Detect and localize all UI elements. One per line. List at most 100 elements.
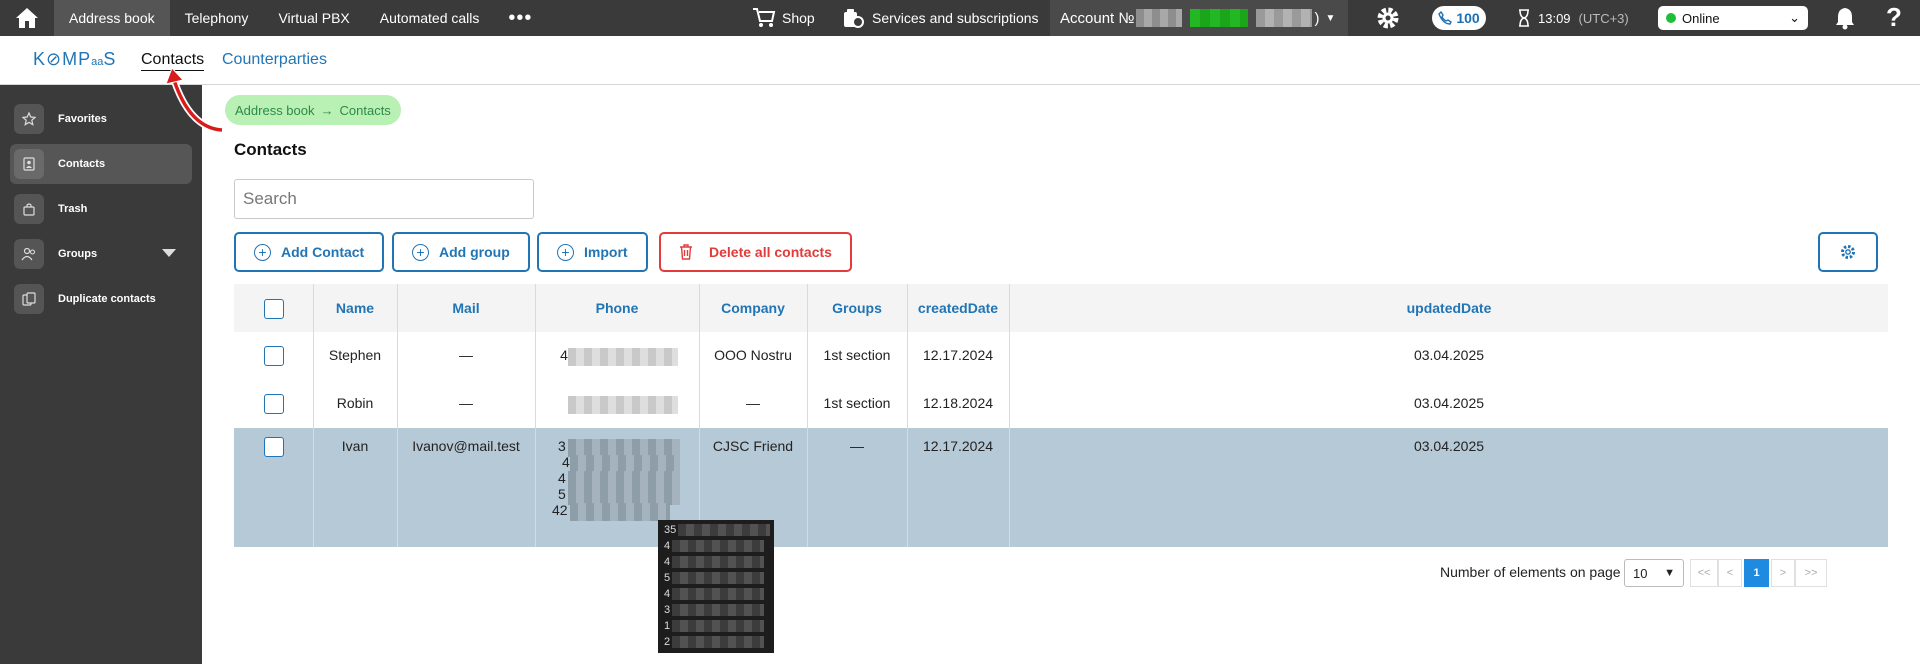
column-header-groups[interactable]: Groups xyxy=(808,300,906,316)
add-group-button[interactable]: + Add group xyxy=(392,232,530,272)
page-size-label: Number of elements on page xyxy=(1440,564,1621,580)
services-label: Services and subscriptions xyxy=(872,10,1039,26)
home-icon[interactable] xyxy=(0,0,54,36)
services-link[interactable]: Services and subscriptions xyxy=(842,0,1039,36)
nav-virtual-pbx[interactable]: Virtual PBX xyxy=(263,0,364,36)
table-row-selected[interactable]: Ivan Ivanov@mail.test 3 4 4 5 42 CJSC Fr… xyxy=(234,428,1888,547)
select-all-checkbox[interactable] xyxy=(264,299,284,319)
cell-updated-date: 03.04.2025 xyxy=(1413,347,1485,363)
phone-redacted xyxy=(568,348,678,366)
star-icon xyxy=(14,104,44,134)
column-header-phone[interactable]: Phone xyxy=(536,300,698,316)
import-label: Import xyxy=(584,244,628,260)
annotation-arrow-icon xyxy=(165,67,223,134)
search-input[interactable] xyxy=(234,179,534,219)
table-row[interactable]: Robin — — 1st section 12.18.2024 03.04.2… xyxy=(234,380,1888,428)
chevron-down-icon: ▼ xyxy=(1325,12,1336,24)
chevron-down-icon: ⌄ xyxy=(1789,10,1800,25)
logo-circle-icon: ⊘ xyxy=(46,49,63,69)
trash-icon xyxy=(680,244,692,260)
cell-company: CJSC Friend xyxy=(712,438,794,454)
add-contact-button[interactable]: + Add Contact xyxy=(234,232,385,272)
sidebar-item-trash[interactable]: Trash xyxy=(10,189,192,229)
cell-created-date: 12.17.2024 xyxy=(922,347,994,363)
delete-all-contacts-button[interactable]: Delete all contacts xyxy=(659,232,852,272)
tooltip-redacted xyxy=(672,556,765,568)
tooltip-line: 35 xyxy=(664,524,677,536)
balance-value: 100 xyxy=(1456,10,1480,26)
breadcrumb-parent[interactable]: Address book xyxy=(235,103,315,118)
breadcrumb: Address book → Contacts xyxy=(225,95,401,125)
cell-updated-date: 03.04.2025 xyxy=(1413,395,1485,411)
tooltip-line: 4 xyxy=(664,556,671,568)
cell-mail: — xyxy=(459,395,473,411)
nav-automated-calls[interactable]: Automated calls xyxy=(365,0,495,36)
account-name-redacted xyxy=(1256,9,1313,27)
status-select[interactable]: Online ⌄ xyxy=(1658,6,1808,30)
shop-label: Shop xyxy=(782,10,815,26)
balance-badge[interactable]: 100 xyxy=(1432,6,1486,30)
caret-down-icon[interactable] xyxy=(162,249,176,257)
more-menu-button[interactable]: ••• xyxy=(494,0,546,36)
column-header-company[interactable]: Company xyxy=(700,300,806,316)
cell-company: — xyxy=(746,395,760,411)
row-checkbox[interactable] xyxy=(264,346,284,366)
cell-groups: 1st section xyxy=(823,347,891,363)
logo-text-a: K xyxy=(33,49,47,69)
account-suffix: ) xyxy=(1314,9,1320,27)
bell-icon[interactable] xyxy=(1834,6,1856,33)
tooltip-line: 4 xyxy=(664,588,671,600)
account-balance-redacted xyxy=(1190,9,1249,27)
sidebar-item-contacts[interactable]: Contacts xyxy=(10,144,192,184)
users-icon xyxy=(14,239,44,269)
page-size-select[interactable]: 10 ▼ xyxy=(1624,559,1684,587)
services-icon xyxy=(844,9,864,28)
last-page-button[interactable]: >> xyxy=(1795,559,1827,587)
logo-text-d: S xyxy=(103,49,117,69)
tab-counterparties[interactable]: Counterparties xyxy=(222,51,327,69)
cell-mail: Ivanov@mail.test xyxy=(412,438,520,454)
column-header-updated-date[interactable]: updatedDate xyxy=(1010,300,1888,316)
delete-all-label: Delete all contacts xyxy=(709,244,832,260)
column-divider xyxy=(699,284,700,547)
column-header-created-date[interactable]: createdDate xyxy=(908,300,1008,316)
duplicate-icon xyxy=(14,284,44,314)
table-row[interactable]: Stephen — 4 OOO Nostru 1st section 12.17… xyxy=(234,332,1888,380)
tooltip-line: 2 xyxy=(664,636,671,648)
sidebar-item-groups[interactable]: Groups xyxy=(10,234,192,274)
online-status-dot xyxy=(1666,13,1676,23)
column-header-name[interactable]: Name xyxy=(314,300,396,316)
first-page-button[interactable]: << xyxy=(1690,559,1718,587)
nav-telephony[interactable]: Telephony xyxy=(170,0,264,36)
column-divider xyxy=(397,284,398,547)
column-divider xyxy=(1009,284,1010,547)
sidebar: Favorites Contacts Trash Groups Duplicat… xyxy=(0,85,202,664)
sidebar-item-duplicate-contacts[interactable]: Duplicate contacts xyxy=(10,279,192,319)
cell-groups: — xyxy=(850,438,864,454)
row-checkbox[interactable] xyxy=(264,394,284,414)
contacts-table: Name Mail Phone Company Groups createdDa… xyxy=(234,284,1888,547)
tooltip-redacted xyxy=(672,604,765,616)
prev-page-button[interactable]: < xyxy=(1718,559,1742,587)
phone-redacted xyxy=(570,503,670,521)
help-icon[interactable]: ? xyxy=(1886,2,1902,33)
account-selector[interactable]: Account № ) ▼ xyxy=(1050,0,1348,36)
page-size-value: 10 xyxy=(1633,565,1648,581)
next-page-button[interactable]: > xyxy=(1771,559,1795,587)
nav-address-book[interactable]: Address book xyxy=(54,0,170,36)
tooltip-line: 1 xyxy=(664,620,671,632)
sidebar-item-label: Contacts xyxy=(58,158,106,170)
import-button[interactable]: + Import xyxy=(537,232,648,272)
tooltip-line: 3 xyxy=(664,604,671,616)
settings-gear-icon[interactable] xyxy=(1376,6,1400,33)
tooltip-redacted xyxy=(672,620,765,632)
row-checkbox[interactable] xyxy=(264,437,284,457)
phones-tooltip: 35 4 4 5 4 3 1 2 xyxy=(658,520,774,653)
cell-company: OOO Nostru xyxy=(714,347,792,363)
shop-link[interactable]: Shop xyxy=(752,0,815,36)
arrow-right-icon: → xyxy=(320,102,334,118)
table-settings-button[interactable] xyxy=(1818,232,1878,272)
kompas-logo[interactable]: K⊘MPaaS xyxy=(33,49,116,70)
page-button-current[interactable]: 1 xyxy=(1744,559,1769,587)
column-header-mail[interactable]: Mail xyxy=(398,300,534,316)
